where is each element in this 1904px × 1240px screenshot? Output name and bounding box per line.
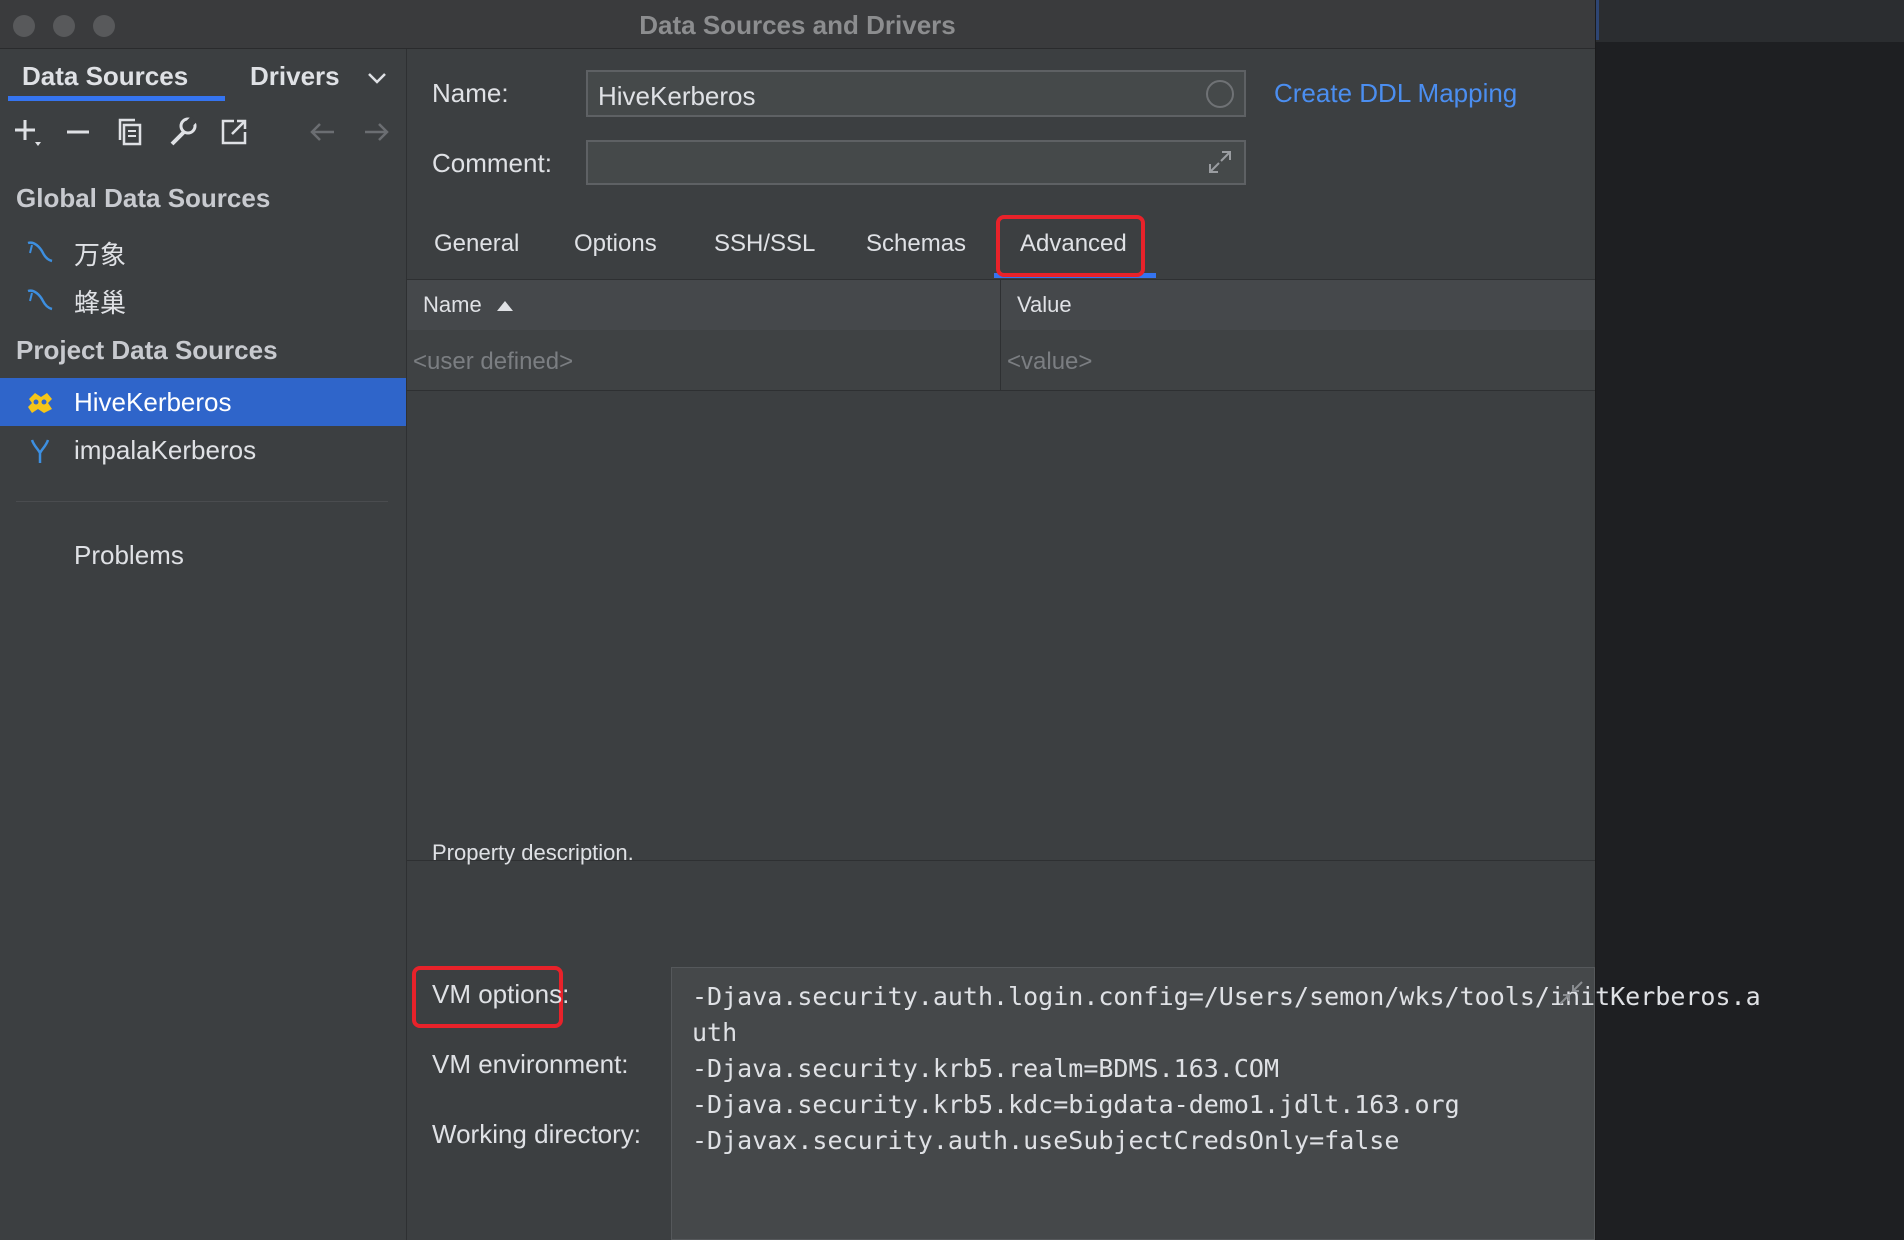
collapse-icon[interactable] bbox=[1558, 980, 1584, 1006]
data-source-label: impalaKerberos bbox=[74, 435, 257, 465]
tab-drivers[interactable]: Drivers bbox=[250, 61, 340, 92]
comment-input[interactable] bbox=[586, 140, 1246, 185]
data-source-item-wanxiang[interactable]: 万象 bbox=[0, 226, 406, 274]
vm-environment-label: VM environment: bbox=[432, 1049, 629, 1079]
sidebar: Data Sources Drivers Global Data Sources… bbox=[0, 49, 407, 1240]
column-header-value[interactable]: Value bbox=[1017, 292, 1072, 318]
property-description: Property description. bbox=[432, 840, 634, 865]
create-ddl-mapping-link[interactable]: Create DDL Mapping bbox=[1274, 78, 1517, 109]
impala-icon bbox=[30, 439, 50, 463]
tab-schemas[interactable]: Schemas bbox=[866, 230, 966, 258]
working-directory-label: Working directory: bbox=[432, 1119, 642, 1149]
sort-ascending-icon bbox=[496, 301, 513, 312]
data-source-label: HiveKerberos bbox=[74, 387, 232, 417]
data-source-item-hivekerberos[interactable]: HiveKerberos bbox=[0, 378, 406, 426]
add-icon[interactable] bbox=[8, 113, 46, 151]
data-source-label: 蜂巢 bbox=[74, 288, 127, 318]
vm-option-line: uth bbox=[692, 1018, 738, 1047]
column-header-name[interactable]: Name bbox=[423, 292, 514, 318]
mysql-icon bbox=[27, 289, 53, 311]
table-header: Name Value bbox=[407, 279, 1595, 331]
tab-ssh-ssl[interactable]: SSH/SSL bbox=[714, 230, 815, 258]
window-title: Data Sources and Drivers bbox=[639, 10, 956, 40]
main-panel: Name: HiveKerberos Create DDL Mapping Co… bbox=[407, 49, 1761, 1240]
properties-table: Name Value <user defined> <value> bbox=[407, 279, 1595, 861]
editor-background bbox=[1596, 0, 1904, 1240]
problems-item[interactable]: Problems bbox=[74, 540, 184, 571]
comment-label: Comment: bbox=[432, 148, 552, 178]
duplicate-icon[interactable] bbox=[111, 113, 149, 151]
editor-tab-strip bbox=[1596, 0, 1904, 43]
active-tab-indicator bbox=[8, 96, 225, 101]
vm-option-line: -Djava.security.krb5.kdc=bigdata-demo1.j… bbox=[692, 1090, 1460, 1119]
tab-options[interactable]: Options bbox=[574, 230, 657, 258]
hive-icon bbox=[28, 393, 52, 413]
tab-general[interactable]: General bbox=[434, 230, 519, 258]
value-cell-placeholder[interactable]: <value> bbox=[1007, 348, 1092, 376]
color-picker-icon[interactable] bbox=[1206, 80, 1234, 108]
open-external-icon[interactable] bbox=[215, 113, 253, 151]
back-arrow-icon[interactable] bbox=[304, 113, 342, 151]
name-input[interactable]: HiveKerberos bbox=[586, 70, 1246, 117]
wrench-icon[interactable] bbox=[163, 113, 201, 151]
expand-icon[interactable] bbox=[1206, 148, 1234, 176]
vm-option-line: -Djavax.security.auth.useSubjectCredsOnl… bbox=[692, 1126, 1400, 1155]
forward-arrow-icon[interactable] bbox=[357, 113, 395, 151]
title-bar: Data Sources and Drivers bbox=[0, 0, 1595, 49]
tab-data-sources[interactable]: Data Sources bbox=[22, 61, 188, 92]
highlight-box-advanced bbox=[996, 215, 1145, 277]
column-separator bbox=[1000, 279, 1001, 390]
vm-option-line: -Djava.security.krb5.realm=BDMS.163.COM bbox=[692, 1054, 1279, 1083]
vm-option-line: -Djava.security.auth.login.config=/Users… bbox=[692, 982, 1761, 1011]
data-source-label: 万象 bbox=[74, 240, 127, 270]
editor-edge bbox=[1596, 0, 1599, 40]
mysql-icon bbox=[27, 241, 53, 263]
data-source-item-fengchao[interactable]: 蜂巢 bbox=[0, 274, 406, 322]
table-row[interactable]: <user defined> <value> bbox=[407, 330, 1595, 391]
sidebar-divider bbox=[16, 501, 388, 502]
vm-options-label: VM options: bbox=[432, 979, 570, 1009]
chevron-down-icon[interactable] bbox=[364, 65, 390, 91]
data-source-item-impalakerberos[interactable]: impalaKerberos bbox=[0, 426, 406, 474]
name-value: HiveKerberos bbox=[598, 81, 756, 111]
name-label: Name: bbox=[432, 78, 509, 108]
data-sources-dialog: Data Sources and Drivers Data Sources Dr… bbox=[0, 0, 1761, 1240]
project-data-sources-header: Project Data Sources bbox=[16, 335, 278, 365]
name-cell-placeholder[interactable]: <user defined> bbox=[413, 348, 573, 376]
remove-icon[interactable] bbox=[59, 113, 97, 151]
global-data-sources-header: Global Data Sources bbox=[16, 183, 271, 213]
sidebar-toolbar bbox=[0, 113, 406, 163]
vm-options-editor[interactable]: -Djava.security.auth.login.config=/Users… bbox=[671, 967, 1761, 1240]
